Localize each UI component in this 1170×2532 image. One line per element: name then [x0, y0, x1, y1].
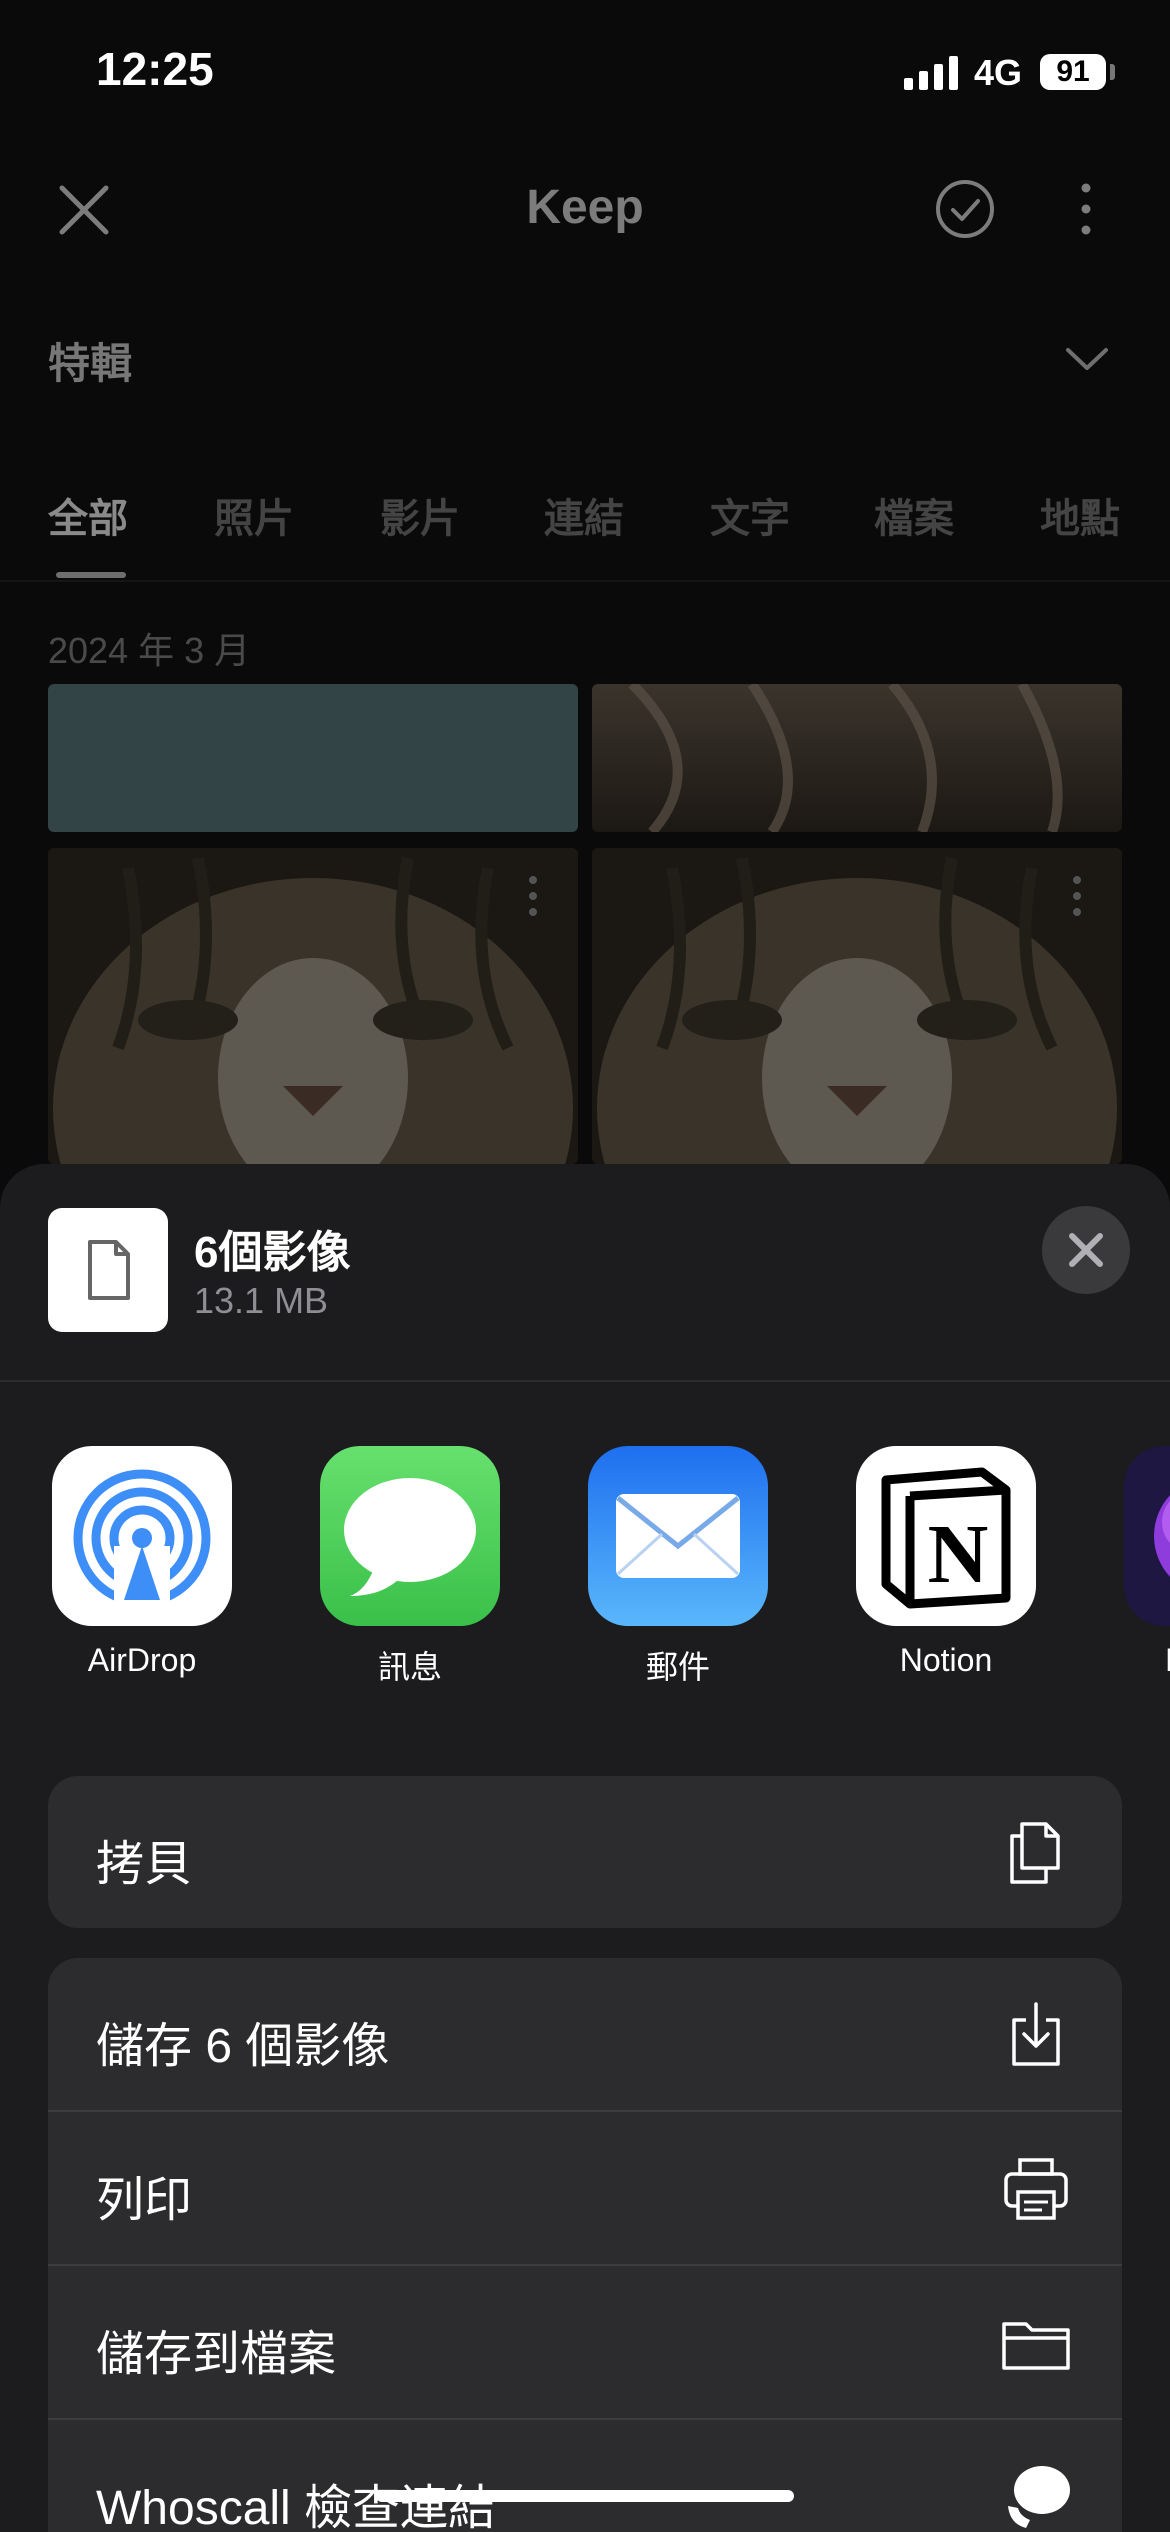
more-vert-icon[interactable]	[1066, 178, 1106, 240]
cat-photo-image	[592, 848, 1122, 1164]
chevron-down-icon[interactable]	[1064, 336, 1110, 382]
mail-icon	[588, 1446, 768, 1626]
action-print[interactable]: 列印	[48, 2112, 1122, 2264]
copy-icon	[1010, 1822, 1060, 1884]
more-vert-icon[interactable]	[1072, 874, 1082, 918]
tab-videos[interactable]: 影片	[380, 486, 460, 544]
app-label: 訊息	[377, 1649, 442, 1685]
share-app-messages[interactable]: 訊息	[320, 1446, 500, 1685]
battery-icon: 91	[1040, 54, 1106, 90]
home-indicator	[376, 2490, 794, 2502]
grid-item-teal[interactable]	[48, 684, 578, 832]
whoscall-icon	[1008, 2466, 1070, 2528]
app-label: AirDrop	[87, 1642, 197, 1678]
print-icon	[1004, 2158, 1068, 2220]
tab-active-indicator	[56, 572, 126, 578]
close-icon	[1069, 1233, 1103, 1267]
grid-item-photo[interactable]	[592, 848, 1122, 1164]
document-icon	[88, 1240, 130, 1300]
more-vert-icon[interactable]	[528, 874, 538, 918]
cat-fur-image	[592, 684, 1122, 832]
tab-photos[interactable]: 照片	[214, 486, 294, 544]
action-label: 儲存到檔案	[96, 2328, 337, 2381]
grid-item-photo[interactable]	[48, 848, 578, 1164]
grid-item-photo[interactable]	[592, 684, 1122, 832]
status-time: 12:25	[96, 43, 214, 95]
document-thumbnail	[48, 1208, 168, 1332]
save-download-icon	[1012, 2002, 1060, 2066]
close-button[interactable]	[1042, 1206, 1130, 1294]
tab-files[interactable]: 檔案	[874, 486, 954, 544]
action-label: 列印	[96, 2174, 193, 2227]
app-label: Notion	[899, 1642, 993, 1678]
svg-text:N: N	[928, 1508, 989, 1601]
firefox-icon	[1124, 1446, 1170, 1626]
folder-icon	[1002, 2322, 1070, 2370]
share-app-firefox[interactable]: Firefox	[1124, 1446, 1170, 1678]
tab-links[interactable]: 連結	[544, 486, 624, 544]
tab-places[interactable]: 地點	[1040, 486, 1120, 544]
action-label: 拷貝	[96, 1838, 193, 1891]
share-title: 6個影像	[194, 1228, 351, 1277]
share-file-size: 13.1 MB	[194, 1280, 329, 1321]
share-app-row: AirDrop 訊息 郵件 N Notion	[0, 1446, 1170, 1685]
action-whoscall[interactable]: Whoscall 檢查連結	[48, 2420, 1122, 2532]
check-circle-icon[interactable]	[934, 178, 996, 240]
album-selector-label[interactable]: 特輯	[48, 330, 132, 391]
app-label: Firefox	[1084, 1642, 1170, 1679]
cellular-signal-icon	[904, 56, 958, 90]
action-label: 儲存 6 個影像	[96, 2020, 390, 2073]
action-copy[interactable]: 拷貝	[48, 1776, 1122, 1928]
action-group-main: 儲存 6 個影像 列印 儲存到檔案 Whoscall 檢查連結	[48, 1958, 1122, 2532]
app-bar: Keep	[0, 160, 1170, 270]
share-app-notion[interactable]: N Notion	[856, 1446, 1036, 1678]
notion-icon: N	[856, 1446, 1036, 1626]
share-sheet: 6個影像 13.1 MB AirDrop 訊息 郵件 N Notion 拷貝 儲…	[0, 1164, 1170, 2532]
cat-photo-image	[48, 848, 578, 1164]
action-group-copy: 拷貝	[48, 1776, 1122, 1928]
battery-cap	[1110, 64, 1115, 80]
network-type: 4G	[974, 52, 1023, 93]
date-header: 2024 年 3 月	[48, 630, 251, 671]
action-save-to-files[interactable]: 儲存到檔案	[48, 2266, 1122, 2418]
share-sheet-header: 6個影像 13.1 MB	[0, 1164, 1170, 1382]
app-label: 郵件	[645, 1649, 710, 1685]
tab-all[interactable]: 全部	[48, 486, 128, 544]
action-save-images[interactable]: 儲存 6 個影像	[48, 1958, 1122, 2110]
filter-tabs: 全部 照片 影片 連結 文字 檔案 地點	[0, 480, 1170, 582]
tab-text[interactable]: 文字	[710, 486, 790, 544]
share-app-mail[interactable]: 郵件	[588, 1446, 768, 1685]
messages-icon	[320, 1446, 500, 1626]
airdrop-icon	[52, 1446, 232, 1626]
status-bar: 12:25 4G 91	[0, 0, 1170, 150]
share-app-airdrop[interactable]: AirDrop	[52, 1446, 232, 1678]
